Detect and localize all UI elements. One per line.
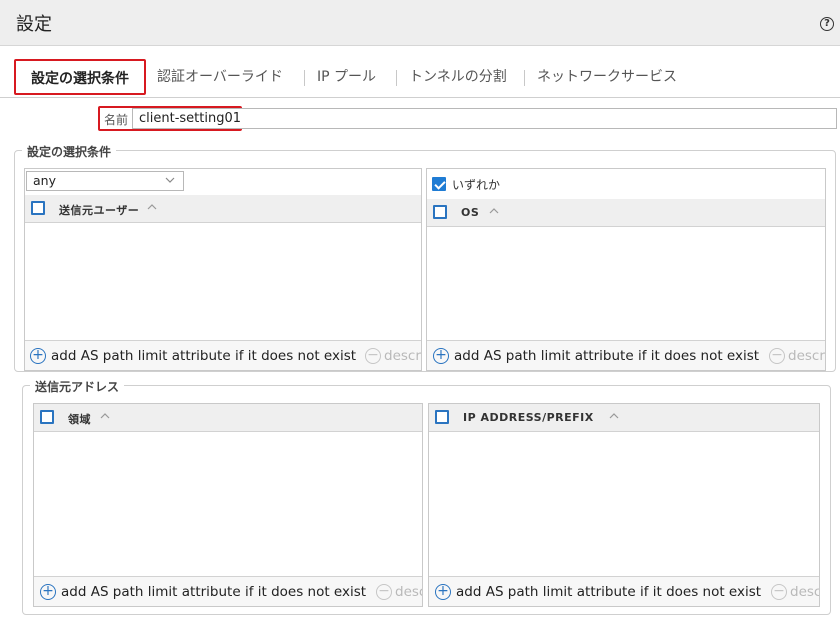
name-label: 名前	[104, 113, 129, 127]
select-all-ip-checkbox[interactable]	[435, 410, 449, 424]
region-grid-header: 領域	[34, 404, 422, 432]
sort-asc-icon[interactable]	[147, 202, 157, 212]
os-any-checkbox[interactable]	[432, 177, 446, 191]
chevron-down-icon	[165, 177, 175, 183]
add-circle-icon[interactable]: +	[435, 584, 451, 600]
delete-button-label: desc	[395, 584, 422, 600]
source-user-grid-footer: + add AS path limit attribute if it does…	[25, 340, 421, 370]
tab-auth-override[interactable]: 認証オーバーライド	[157, 59, 283, 95]
add-circle-icon[interactable]: +	[40, 584, 56, 600]
tab-selection-criteria[interactable]: 設定の選択条件	[14, 59, 146, 95]
sort-asc-icon[interactable]	[609, 411, 619, 421]
sort-asc-icon[interactable]	[100, 411, 110, 421]
tab-network-services[interactable]: ネットワークサービス	[537, 59, 677, 95]
add-button-label[interactable]: add AS path limit attribute if it does n…	[51, 348, 356, 364]
column-header-region[interactable]: 領域	[68, 411, 91, 427]
delete-button-label: descr	[384, 348, 421, 364]
tab-separator	[524, 70, 525, 86]
delete-circle-icon: −	[376, 584, 392, 600]
sort-asc-icon[interactable]	[489, 206, 499, 216]
user-filter-select[interactable]: any	[26, 171, 184, 191]
add-button-label[interactable]: add AS path limit attribute if it does n…	[61, 584, 366, 600]
source-address-legend: 送信元アドレス	[30, 378, 125, 395]
user-filter-value: any	[33, 173, 56, 188]
delete-button-label: desc	[790, 584, 819, 600]
window-title: 設定	[16, 14, 52, 35]
os-panel: いずれか OS + add AS path limit attribute if…	[426, 168, 826, 371]
add-circle-icon[interactable]: +	[30, 348, 46, 364]
os-any-label: いずれか	[452, 178, 501, 192]
help-icon[interactable]: ?	[820, 17, 834, 31]
delete-button-label: descr	[788, 348, 825, 364]
select-all-users-checkbox[interactable]	[31, 201, 45, 215]
column-header-source-user[interactable]: 送信元ユーザー	[59, 202, 139, 218]
column-header-os[interactable]: OS	[461, 206, 479, 219]
source-user-panel: any 送信元ユーザー + add AS path limit attribut…	[24, 168, 422, 371]
os-grid-footer: + add AS path limit attribute if it does…	[427, 340, 825, 370]
tab-ip-pool[interactable]: IP プール	[317, 59, 376, 95]
select-all-os-checkbox[interactable]	[433, 205, 447, 219]
selection-criteria-legend: 設定の選択条件	[22, 143, 117, 160]
source-user-grid-header: 送信元ユーザー	[25, 195, 421, 223]
tab-separator	[304, 70, 305, 86]
ip-grid-footer: + add AS path limit attribute if it does…	[429, 576, 819, 606]
ip-grid-header: IP ADDRESS/PREFIX	[429, 404, 819, 432]
ip-address-panel: IP ADDRESS/PREFIX + add AS path limit at…	[428, 403, 820, 607]
region-grid-footer: + add AS path limit attribute if it does…	[34, 576, 422, 606]
delete-circle-icon: −	[769, 348, 785, 364]
add-button-label[interactable]: add AS path limit attribute if it does n…	[456, 584, 761, 600]
name-input[interactable]	[132, 108, 837, 129]
tab-split-tunnel[interactable]: トンネルの分割	[409, 59, 507, 95]
tab-separator	[396, 70, 397, 86]
os-grid-header: OS	[427, 199, 825, 227]
add-button-label[interactable]: add AS path limit attribute if it does n…	[454, 348, 759, 364]
delete-circle-icon: −	[365, 348, 381, 364]
title-bar: 設定 ?	[0, 0, 840, 46]
delete-circle-icon: −	[771, 584, 787, 600]
tab-bar: 設定の選択条件 認証オーバーライド IP プール トンネルの分割 ネットワークサ…	[0, 56, 840, 98]
column-header-ip-address-prefix[interactable]: IP ADDRESS/PREFIX	[463, 411, 594, 424]
add-circle-icon[interactable]: +	[433, 348, 449, 364]
select-all-regions-checkbox[interactable]	[40, 410, 54, 424]
region-panel: 領域 + add AS path limit attribute if it d…	[33, 403, 423, 607]
